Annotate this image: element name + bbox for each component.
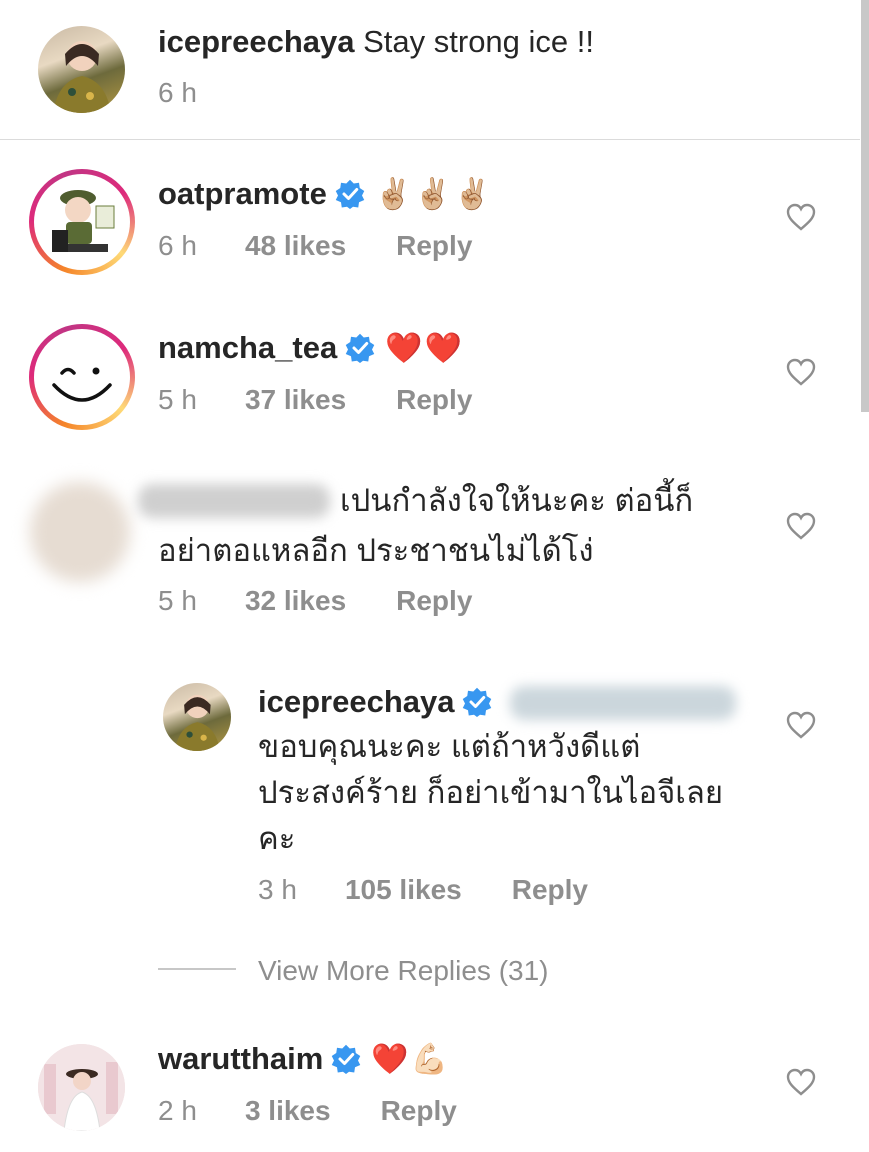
comment-text: คะ: [258, 821, 296, 856]
username[interactable]: warutthaim: [158, 1041, 323, 1076]
emoji: ❤️❤️: [385, 332, 464, 365]
reply-button[interactable]: Reply: [381, 1094, 457, 1128]
likes-count[interactable]: 32 likes: [245, 584, 346, 618]
comment-text: ประสงค์ร้าย ก็อย่าเข้ามาในไอจีเลย: [258, 775, 724, 810]
avatar[interactable]: [38, 1044, 125, 1131]
comment-text: ขอบคุณนะคะ แต่ถ้าหวังดีแต่: [258, 729, 641, 764]
avatar[interactable]: [30, 482, 130, 582]
heart-icon[interactable]: [786, 203, 816, 231]
comment-item: เปนกำลังใจให้นะคะ ต่อนี้ก็ อย่าตอแหลอีก …: [0, 460, 860, 640]
avatar[interactable]: [163, 683, 231, 751]
username[interactable]: namcha_tea: [158, 330, 337, 365]
verified-badge-icon: [335, 179, 365, 209]
reply-button[interactable]: Reply: [396, 584, 472, 618]
timestamp: 6 h: [158, 77, 197, 108]
avatar[interactable]: [29, 324, 135, 430]
comment-item: oatpramote ✌🏼✌🏼✌🏼 6 h 48 likes Reply: [0, 140, 860, 290]
scrollbar[interactable]: [861, 0, 869, 412]
username[interactable]: oatpramote: [158, 176, 327, 211]
likes-count[interactable]: 3 likes: [245, 1094, 331, 1128]
caption: icepreechaya Stay strong ice !! 6 h: [0, 0, 860, 139]
redacted-mention: [510, 686, 736, 720]
username[interactable]: icepreechaya: [258, 684, 454, 719]
reply-item: icepreechaya ขอบคุณนะคะ แต่ถ้าหวังดีแต่ …: [0, 660, 860, 920]
timestamp: 2 h: [158, 1095, 197, 1126]
timestamp: 6 h: [158, 230, 197, 261]
likes-count[interactable]: 48 likes: [245, 229, 346, 263]
comment-text: อย่าตอแหลอีก ประชาชนไม่ได้โง่: [158, 533, 594, 568]
verified-badge-icon: [345, 333, 375, 363]
reply-button[interactable]: Reply: [512, 873, 588, 907]
view-more-replies[interactable]: View More Replies (31): [158, 955, 549, 987]
view-more-replies-label[interactable]: View More Replies (31): [258, 955, 549, 986]
verified-badge-icon: [463, 687, 492, 717]
reply-button[interactable]: Reply: [396, 383, 472, 417]
timestamp: 3 h: [258, 874, 297, 905]
likes-count[interactable]: 37 likes: [245, 383, 346, 417]
comment-item: warutthaim ❤️💪🏻 2 h 3 likes Reply: [0, 1030, 860, 1152]
likes-count[interactable]: 105 likes: [345, 873, 462, 907]
timestamp: 5 h: [158, 585, 197, 616]
heart-icon[interactable]: [786, 711, 816, 739]
emoji: ❤️💪🏻: [371, 1043, 451, 1076]
heart-icon[interactable]: [786, 1068, 816, 1096]
verified-badge-icon: [332, 1044, 361, 1074]
timestamp: 5 h: [158, 384, 197, 415]
comment-item: namcha_tea ❤️❤️ 5 h 37 likes Reply: [0, 300, 860, 450]
avatar[interactable]: [38, 26, 125, 113]
username[interactable]: icepreechaya: [158, 24, 354, 59]
comment-text: Stay strong ice !!: [363, 24, 594, 59]
divider: [158, 968, 236, 970]
heart-icon[interactable]: [786, 512, 816, 540]
emoji: ✌🏼✌🏼✌🏼: [374, 178, 493, 211]
heart-icon[interactable]: [786, 358, 816, 386]
comment-text: เปนกำลังใจให้นะคะ ต่อนี้ก็: [340, 483, 694, 518]
reply-button[interactable]: Reply: [396, 229, 472, 263]
avatar[interactable]: [29, 169, 135, 275]
